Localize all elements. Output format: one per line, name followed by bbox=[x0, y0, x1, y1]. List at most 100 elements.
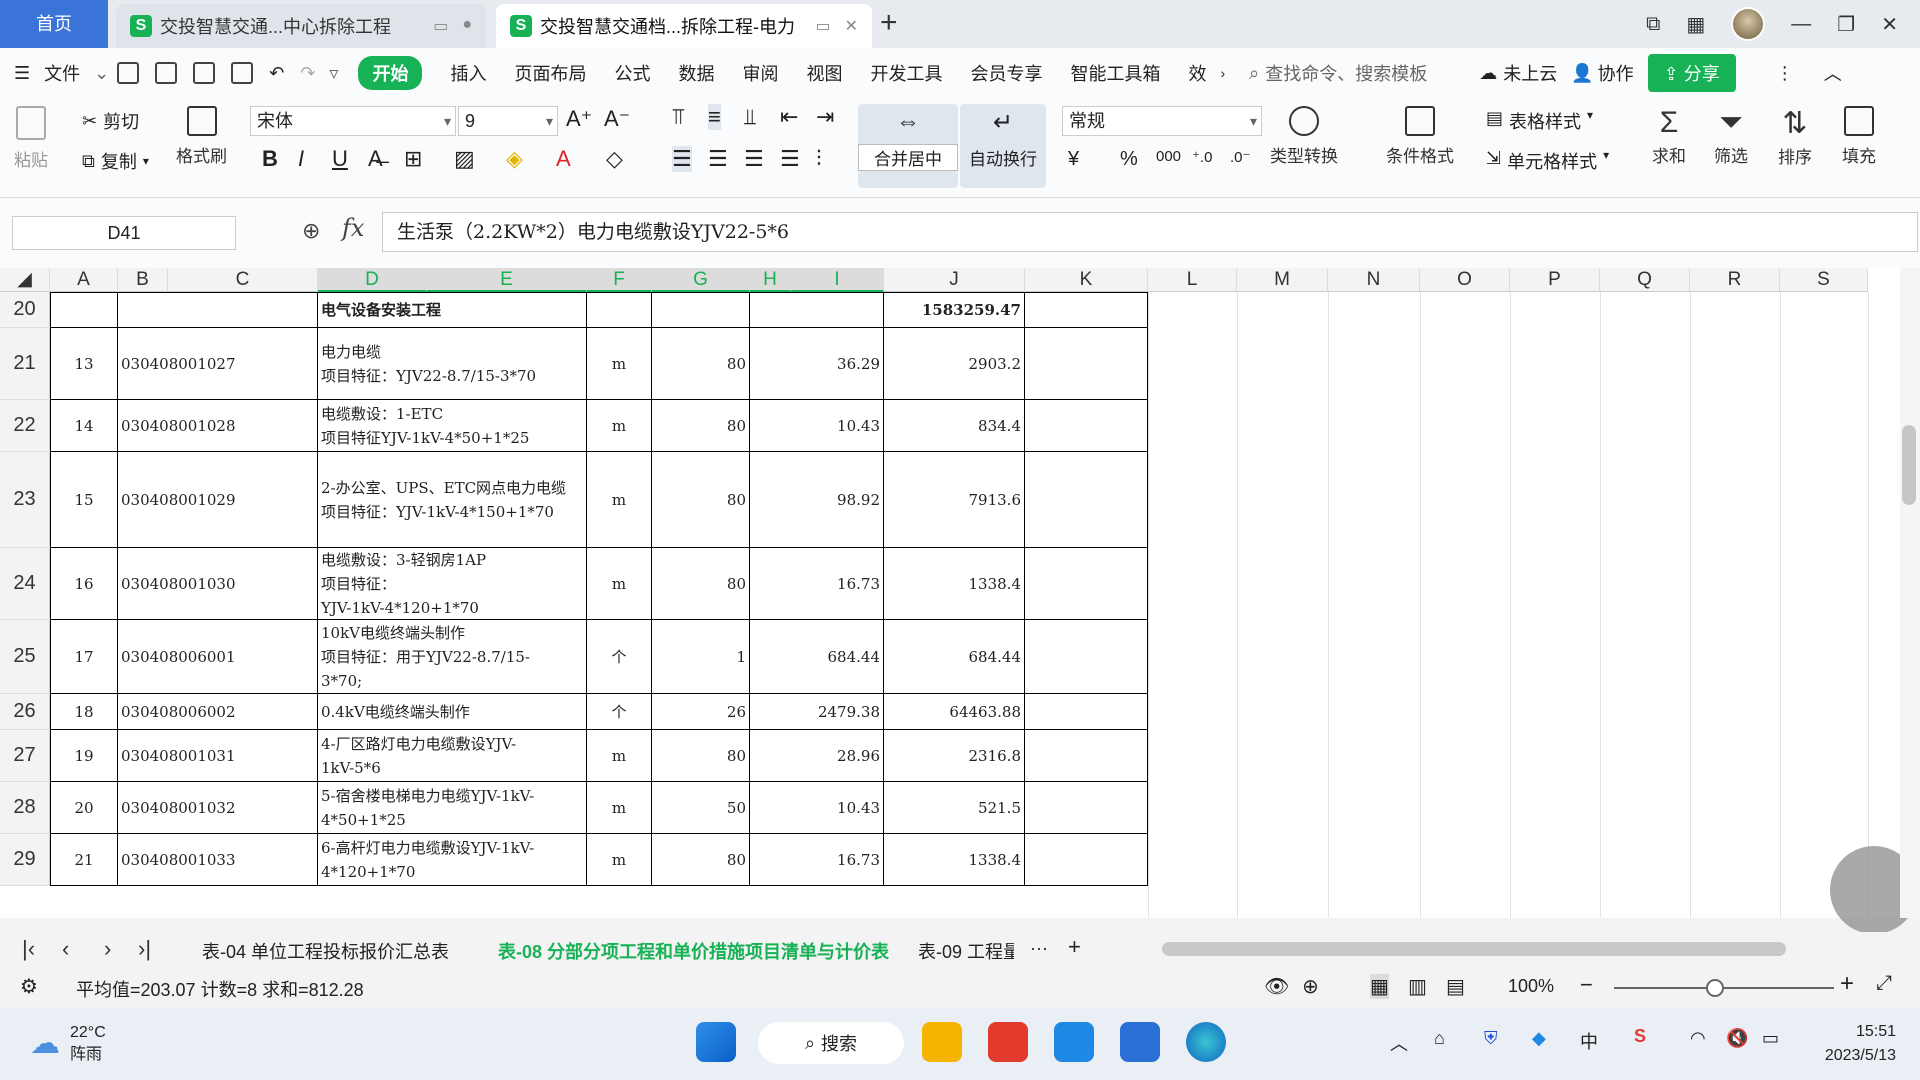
cell-unit[interactable]: m bbox=[587, 548, 652, 620]
cell-price[interactable]: 98.92 bbox=[750, 452, 884, 548]
column-header-s[interactable]: S bbox=[1780, 268, 1868, 292]
cell-price[interactable]: 684.44 bbox=[750, 620, 884, 694]
feishu-icon[interactable] bbox=[1054, 1022, 1094, 1062]
copy-button[interactable]: ⧉ 复制 ▾ bbox=[82, 148, 149, 174]
home-tab[interactable]: 首页 bbox=[0, 0, 108, 48]
cell-unit[interactable] bbox=[587, 292, 652, 328]
cell-code[interactable]: 030408001032 bbox=[118, 782, 318, 834]
cell-empty[interactable] bbox=[1025, 694, 1148, 730]
horizontal-scrollbar-thumb[interactable] bbox=[1162, 942, 1786, 956]
cell-name[interactable]: 电力电缆 项目特征：YJV22-8.7/15-3*70 bbox=[318, 328, 587, 400]
cell-empty[interactable] bbox=[1025, 620, 1148, 694]
cell-seq[interactable]: 13 bbox=[50, 328, 118, 400]
zoom-level[interactable]: 100% bbox=[1508, 976, 1554, 997]
edge-browser-icon[interactable] bbox=[1186, 1022, 1226, 1062]
tab-formula[interactable]: 公式 bbox=[614, 60, 650, 86]
font-color-icon[interactable]: A bbox=[556, 146, 571, 172]
cell-unit[interactable]: m bbox=[587, 328, 652, 400]
distribute-icon[interactable]: ⫶ bbox=[816, 146, 822, 172]
row-header[interactable]: 28 bbox=[0, 782, 50, 834]
column-header-p[interactable]: P bbox=[1510, 268, 1600, 292]
align-center-icon[interactable]: ☰ bbox=[708, 146, 728, 172]
cell-seq[interactable]: 20 bbox=[50, 782, 118, 834]
tab-data[interactable]: 数据 bbox=[678, 60, 714, 86]
minimize-icon[interactable]: — bbox=[1791, 13, 1811, 36]
collapse-ribbon-icon[interactable]: ︿ bbox=[1824, 60, 1842, 86]
avatar[interactable] bbox=[1731, 7, 1766, 41]
print-preview-icon[interactable] bbox=[231, 62, 254, 84]
cell-code[interactable]: 030408006002 bbox=[118, 694, 318, 730]
paste-button[interactable]: 粘贴 bbox=[14, 106, 48, 171]
sum-button[interactable]: Σ 求和 bbox=[1652, 106, 1686, 167]
vertical-scrollbar-thumb[interactable] bbox=[1902, 425, 1916, 505]
redo-icon[interactable]: ↷ bbox=[300, 63, 315, 84]
export-icon[interactable] bbox=[155, 62, 178, 84]
last-sheet-icon[interactable]: ›| bbox=[138, 936, 151, 962]
dropdown-icon[interactable]: ▿ bbox=[329, 63, 338, 84]
row-header[interactable]: 29 bbox=[0, 834, 50, 886]
command-search[interactable]: ⌕ 查找命令、搜索模板 bbox=[1249, 60, 1427, 86]
indicator-icon[interactable]: ⊕ bbox=[1302, 974, 1319, 999]
cell-total[interactable]: 1338.4 bbox=[884, 548, 1025, 620]
cell-code[interactable]: 030408001030 bbox=[118, 548, 318, 620]
thousands-icon[interactable]: 000 bbox=[1156, 148, 1181, 165]
close-icon[interactable]: ✕ bbox=[845, 16, 858, 36]
page-break-view-icon[interactable]: ▤ bbox=[1446, 974, 1465, 999]
type-convert-button[interactable]: 类型转换 bbox=[1270, 106, 1338, 167]
tab-start[interactable]: 开始 bbox=[358, 56, 423, 90]
cut-button[interactable]: ✂ 剪切 bbox=[82, 108, 139, 134]
battery-icon[interactable]: ▭ bbox=[1762, 1028, 1779, 1049]
number-format-select[interactable]: 常规 bbox=[1062, 106, 1262, 136]
cell-qty[interactable]: 26 bbox=[652, 694, 750, 730]
cell-total[interactable]: 1583259.47 bbox=[884, 292, 1025, 328]
bold-icon[interactable]: B bbox=[262, 146, 278, 172]
cell-seq[interactable]: 19 bbox=[50, 730, 118, 782]
cell-qty[interactable]: 80 bbox=[652, 452, 750, 548]
file-menu[interactable]: 文件 bbox=[44, 60, 80, 86]
cell-price[interactable]: 36.29 bbox=[750, 328, 884, 400]
save-icon[interactable] bbox=[117, 62, 140, 84]
row-header[interactable]: 24 bbox=[0, 548, 50, 620]
cell-total[interactable]: 684.44 bbox=[884, 620, 1025, 694]
shield-icon[interactable]: ⛨ bbox=[1484, 1028, 1498, 1049]
spreadsheet-grid[interactable]: ◢ ABCDEFGHIJKLMNOPQRS 20 电气设备安装工程 1583259.… bbox=[0, 268, 1900, 918]
fullscreen-icon[interactable]: ⤢ bbox=[1876, 972, 1892, 995]
cell-empty[interactable] bbox=[1025, 452, 1148, 548]
column-header-j[interactable]: J bbox=[884, 268, 1025, 292]
increase-decimal-icon[interactable]: ⁺.0 bbox=[1192, 148, 1212, 166]
hamburger-icon[interactable]: ☰ bbox=[14, 63, 30, 84]
cell-total[interactable]: 1338.4 bbox=[884, 834, 1025, 886]
font-size-select[interactable]: 9 bbox=[458, 106, 558, 136]
cell-total[interactable]: 521.5 bbox=[884, 782, 1025, 834]
name-box[interactable]: D41 bbox=[12, 216, 236, 250]
column-header-i[interactable]: I bbox=[791, 268, 884, 292]
tab-view[interactable]: 视图 bbox=[806, 60, 842, 86]
cloud-status[interactable]: 未上云 bbox=[1503, 60, 1557, 86]
cell-name[interactable]: 5-宿舍楼电梯电力电缆YJV-1kV- 4*50+1*25 bbox=[318, 782, 587, 834]
column-header-e[interactable]: E bbox=[427, 268, 587, 292]
cell-price[interactable]: 16.73 bbox=[750, 548, 884, 620]
cell-name[interactable]: 电气设备安装工程 bbox=[318, 292, 587, 328]
cell-name[interactable]: 0.4kV电缆终端头制作 bbox=[318, 694, 587, 730]
border-icon[interactable]: ⊞ bbox=[404, 146, 422, 172]
speaker-muted-icon[interactable]: 🔇 bbox=[1726, 1028, 1748, 1049]
font-name-select[interactable]: 宋体 bbox=[250, 106, 456, 136]
taskbar-search[interactable]: ⌕ 搜索 bbox=[758, 1022, 904, 1064]
cell-price[interactable]: 10.43 bbox=[750, 782, 884, 834]
cell-unit[interactable]: 个 bbox=[587, 620, 652, 694]
weather-widget[interactable]: ☁ 22°C 阵雨 bbox=[30, 1022, 106, 1066]
cell-total[interactable]: 64463.88 bbox=[884, 694, 1025, 730]
feishu-tray-icon[interactable]: ◆ bbox=[1532, 1028, 1546, 1049]
cell-qty[interactable]: 80 bbox=[652, 548, 750, 620]
cell-qty[interactable]: 80 bbox=[652, 730, 750, 782]
underline-icon[interactable]: U bbox=[332, 146, 348, 172]
tab-smart-toolbox[interactable]: 智能工具箱 bbox=[1070, 60, 1160, 86]
grow-font-icon[interactable]: A⁺ bbox=[566, 106, 592, 132]
new-tab-button[interactable]: + bbox=[880, 6, 898, 40]
cell-code[interactable]: 030408001027 bbox=[118, 328, 318, 400]
column-header-f[interactable]: F bbox=[587, 268, 652, 292]
cell-name[interactable]: 6-高杆灯电力电缆敷设YJV-1kV- 4*120+1*70 bbox=[318, 834, 587, 886]
cell-total[interactable]: 7913.6 bbox=[884, 452, 1025, 548]
cell-total[interactable]: 2316.8 bbox=[884, 730, 1025, 782]
cell-style-button[interactable]: ⇲ 单元格样式 ▾ bbox=[1486, 148, 1609, 174]
